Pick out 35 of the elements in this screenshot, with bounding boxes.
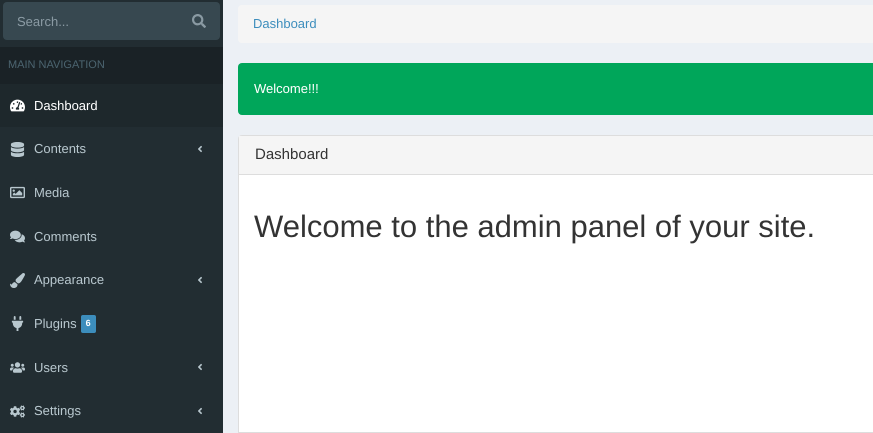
gears-icon [10,404,25,419]
nav-label: Plugins [34,315,77,334]
search-icon[interactable] [192,14,206,28]
gauge-icon [10,98,25,114]
nav-item[interactable]: Contents [0,127,223,172]
nav-item[interactable]: Plugins 6 [0,302,223,346]
nav-item[interactable]: Appearance [0,258,223,302]
nav-item[interactable]: Users [0,346,223,390]
database-icon [10,142,25,157]
caret-icon [195,144,205,154]
nav-item[interactable]: Dashboard [0,84,223,128]
image-icon [10,185,25,200]
nav-label: Dashboard [34,96,98,115]
nav-item[interactable]: Media [0,171,223,215]
paintbrush-icon [10,272,25,288]
speech-bubbles-icon [10,229,25,244]
welcome-heading: Welcome to the admin panel of your site. [254,208,816,246]
section-header: MAIN NAVIGATION [0,47,223,84]
nav-label: Appearance [34,271,104,290]
plug-icon [10,316,25,332]
users-icon [10,360,25,375]
nav-item[interactable]: Comments [0,214,223,258]
panel-title: Dashboard [255,144,328,165]
caret-icon [195,275,205,286]
caret-icon [195,406,205,416]
search-field[interactable]: Search... [3,2,220,40]
nav-item[interactable]: Settings [0,389,223,433]
nav-label: Users [34,358,68,377]
nav-label: Comments [34,228,97,246]
caret-icon [195,362,205,372]
nav-label: Contents [34,140,86,158]
alert-text: Welcome!!! [254,80,319,98]
nav-label: Settings [34,402,81,420]
nav-label: Media [34,184,70,202]
count-badge: 6 [80,315,96,333]
